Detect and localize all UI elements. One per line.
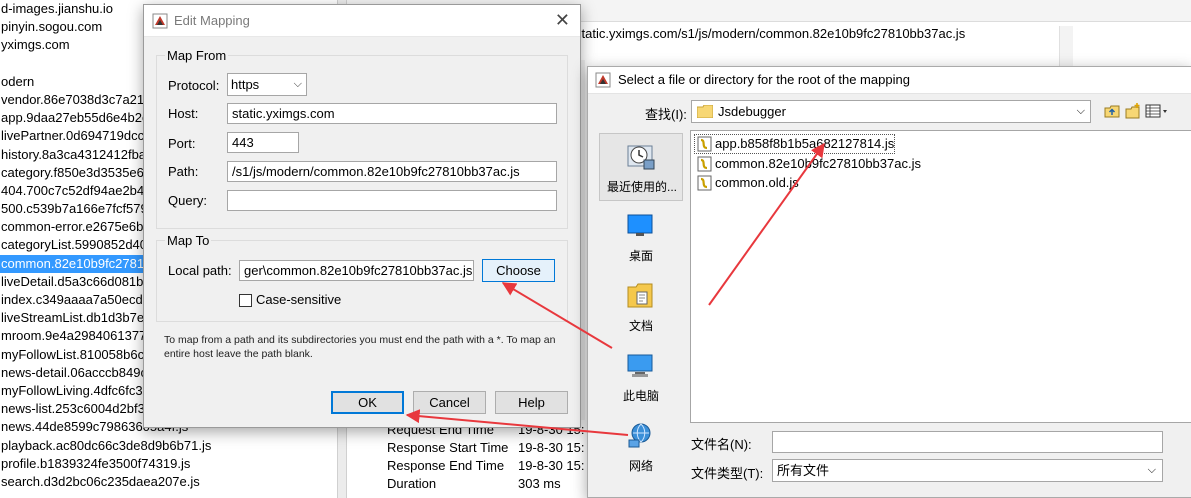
timing-value: 303 ms — [518, 476, 561, 491]
chevron-down-icon: ⌵ — [293, 78, 302, 90]
timing-key: Duration — [387, 476, 437, 491]
computer-icon — [627, 354, 653, 377]
look-in-select[interactable]: Jsdebugger ⌵ — [691, 100, 1091, 123]
file-name: app.b858f8b1b5a682127814.js — [715, 136, 895, 151]
local-path-label: Local path: — [168, 263, 232, 278]
chevron-down-icon: ⌵ — [1147, 464, 1156, 476]
place-label: 文档 — [628, 319, 653, 333]
mapping-help-note: To map from a path and its subdirectorie… — [164, 334, 556, 360]
place-computer[interactable]: 此电脑 — [599, 343, 683, 411]
query-label: Query: — [168, 193, 208, 208]
place-label: 此电脑 — [622, 389, 659, 403]
edit-mapping-dialog: Edit Mapping ✕ Map From Protocol: https … — [143, 4, 581, 428]
timing-value: 19-8-30 15: — [518, 458, 585, 473]
protocol-value: https — [231, 77, 260, 92]
timing-key: Response End Time — [387, 458, 505, 473]
timing-key: Response Start Time — [387, 440, 509, 455]
close-icon[interactable]: ✕ — [555, 10, 570, 31]
protocol-label: Protocol: — [168, 78, 220, 93]
place-network[interactable]: 网络 — [599, 413, 683, 481]
place-label: 桌面 — [628, 249, 653, 263]
look-in-value: Jsdebugger — [718, 104, 786, 119]
file-name: common.82e10b9fc27810bb37ac.js — [715, 156, 921, 171]
file-item[interactable]: common.old.js — [695, 174, 799, 192]
port-input[interactable]: 443 — [227, 132, 299, 153]
place-desktop[interactable]: 桌面 — [599, 203, 683, 271]
documents-icon — [627, 283, 653, 308]
filetype-value: 所有文件 — [777, 463, 830, 478]
dialog-title: Edit Mapping — [174, 13, 250, 28]
js-file-icon — [697, 175, 712, 191]
edit-mapping-titlebar[interactable]: Edit Mapping ✕ — [144, 5, 580, 37]
help-button[interactable]: Help — [495, 391, 568, 414]
desktop-icon — [627, 214, 653, 236]
charles-app-icon — [595, 72, 611, 88]
request-list-item[interactable]: search.d3d2bc06c235daea207e.js — [0, 473, 337, 491]
charles-app-icon — [152, 13, 168, 29]
local-path-input[interactable]: ger\common.82e10b9fc27810bb37ac.js — [239, 260, 474, 281]
case-sensitive-label: Case-sensitive — [256, 292, 342, 307]
up-folder-icon[interactable] — [1103, 102, 1121, 120]
recent-icon — [627, 145, 655, 170]
protocol-select[interactable]: https ⌵ — [227, 73, 307, 96]
file-chooser-title: Select a file or directory for the root … — [618, 72, 910, 87]
file-list: app.b858f8b1b5a682127814.js common.82e10… — [690, 130, 1191, 423]
path-label: Path: — [168, 164, 199, 179]
file-chooser-titlebar[interactable]: Select a file or directory for the root … — [588, 67, 1191, 94]
look-in-label: 查找(I): — [645, 107, 687, 122]
new-folder-icon[interactable] — [1124, 102, 1142, 120]
timing-value: 19-8-30 15: — [518, 440, 585, 455]
js-file-icon — [697, 156, 712, 172]
ok-button[interactable]: OK — [331, 391, 404, 414]
place-recent[interactable]: 最近使用的... — [599, 133, 683, 201]
js-file-icon — [697, 136, 712, 152]
path-input[interactable]: /s1/js/modern/common.82e10b9fc27810bb37a… — [227, 161, 557, 182]
places-bar: 最近使用的... 桌面 文档 此电脑 网络 — [599, 131, 683, 486]
map-to-legend: Map To — [165, 233, 212, 248]
host-label: Host: — [168, 106, 199, 121]
file-item[interactable]: app.b858f8b1b5a682127814.js — [693, 134, 896, 154]
folder-icon — [697, 105, 713, 118]
file-name: common.old.js — [715, 175, 799, 190]
choose-button[interactable]: Choose — [482, 259, 555, 282]
query-input[interactable] — [227, 190, 557, 211]
port-label: Port: — [168, 136, 196, 151]
network-icon — [628, 423, 651, 448]
host-input[interactable]: static.yximgs.com — [227, 103, 557, 124]
view-menu-icon[interactable] — [1145, 102, 1169, 120]
filetype-select[interactable]: 所有文件 ⌵ — [772, 459, 1163, 482]
file-item[interactable]: common.82e10b9fc27810bb37ac.js — [695, 155, 921, 173]
place-label: 网络 — [628, 459, 653, 473]
request-list-item[interactable]: profile.b1839324fe3500f74319.js — [0, 455, 337, 473]
filename-input[interactable] — [772, 431, 1163, 453]
cancel-button[interactable]: Cancel — [413, 391, 486, 414]
place-documents[interactable]: 文档 — [599, 273, 683, 341]
request-list-item[interactable]: playback.ac80dc66c3de8d9b6b71.js — [0, 437, 337, 455]
filetype-label: 文件类型(T): — [691, 466, 764, 481]
case-sensitive-checkbox[interactable] — [239, 294, 252, 307]
chevron-down-icon: ⌵ — [1076, 105, 1085, 117]
filename-label: 文件名(N): — [691, 437, 752, 452]
file-chooser-dialog: Select a file or directory for the root … — [587, 66, 1191, 498]
place-label: 最近使用的... — [606, 180, 677, 194]
map-from-legend: Map From — [165, 48, 229, 63]
